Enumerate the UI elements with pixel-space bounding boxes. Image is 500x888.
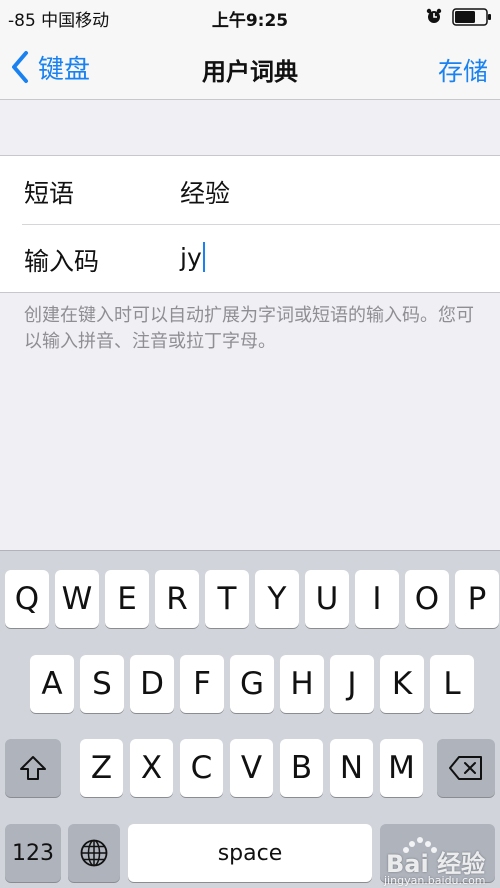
key-d[interactable]: D: [130, 655, 174, 713]
phrase-label: 短语: [24, 179, 75, 208]
key-x[interactable]: X: [130, 739, 173, 797]
key-h[interactable]: H: [280, 655, 324, 713]
key-r[interactable]: R: [155, 570, 199, 628]
dictionary-form: 短语 经验 输入码 jy: [0, 155, 500, 293]
shortcut-label: 输入码: [24, 247, 100, 276]
help-text: 创建在键入时可以自动扩展为字词或短语的输入码。您可以输入拼音、注音或拉丁字母。: [24, 305, 474, 352]
key-e[interactable]: E: [105, 570, 149, 628]
keyboard: QWERTYUIOP ASDFGHJKL ZXCVBNM 123 space: [0, 550, 500, 888]
shortcut-field-text: jy: [180, 242, 202, 272]
key-q[interactable]: Q: [5, 570, 49, 628]
key-y[interactable]: Y: [255, 570, 299, 628]
navigation-bar: 键盘 用户词典 存储: [0, 34, 500, 100]
battery-icon: [452, 8, 491, 26]
key-w[interactable]: W: [55, 570, 99, 628]
key-c[interactable]: C: [180, 739, 223, 797]
key-m[interactable]: M: [380, 739, 423, 797]
globe-icon: [80, 839, 108, 867]
return-key[interactable]: [380, 824, 495, 882]
save-button[interactable]: 存储: [438, 52, 488, 88]
shift-key[interactable]: [5, 739, 61, 797]
key-v[interactable]: V: [230, 739, 273, 797]
back-button-label: 键盘: [38, 54, 91, 85]
shortcut-field[interactable]: jy: [180, 242, 205, 272]
key-i[interactable]: I: [355, 570, 399, 628]
key-o[interactable]: O: [405, 570, 449, 628]
key-l[interactable]: L: [430, 655, 474, 713]
key-p[interactable]: P: [455, 570, 499, 628]
chevron-left-icon: [12, 51, 28, 83]
key-j[interactable]: J: [330, 655, 374, 713]
shift-arrow-icon: [20, 756, 46, 780]
key-f[interactable]: F: [180, 655, 224, 713]
numbers-key[interactable]: 123: [5, 824, 61, 882]
status-bar: -85 中国移动 上午9:25: [0, 0, 500, 34]
key-u[interactable]: U: [305, 570, 349, 628]
key-n[interactable]: N: [330, 739, 373, 797]
phrase-row[interactable]: 短语 经验: [0, 156, 500, 224]
alarm-icon: [426, 8, 442, 23]
globe-key[interactable]: [68, 824, 120, 882]
key-t[interactable]: T: [205, 570, 249, 628]
backspace-icon: [449, 756, 482, 780]
phrase-field[interactable]: 经验: [180, 174, 230, 210]
screen: -85 中国移动 上午9:25 键盘 用户词典 存储 短语 经验 输入码 jy …: [0, 0, 500, 888]
key-b[interactable]: B: [280, 739, 323, 797]
space-key[interactable]: space: [128, 824, 372, 882]
key-s[interactable]: S: [80, 655, 124, 713]
delete-key[interactable]: [437, 739, 495, 797]
back-button[interactable]: 键盘: [10, 48, 90, 86]
shortcut-row[interactable]: 输入码 jy: [0, 224, 500, 292]
key-a[interactable]: A: [30, 655, 74, 713]
key-g[interactable]: G: [230, 655, 274, 713]
key-k[interactable]: K: [380, 655, 424, 713]
status-time: 上午9:25: [211, 11, 289, 31]
text-cursor: [202, 242, 205, 272]
key-z[interactable]: Z: [80, 739, 123, 797]
